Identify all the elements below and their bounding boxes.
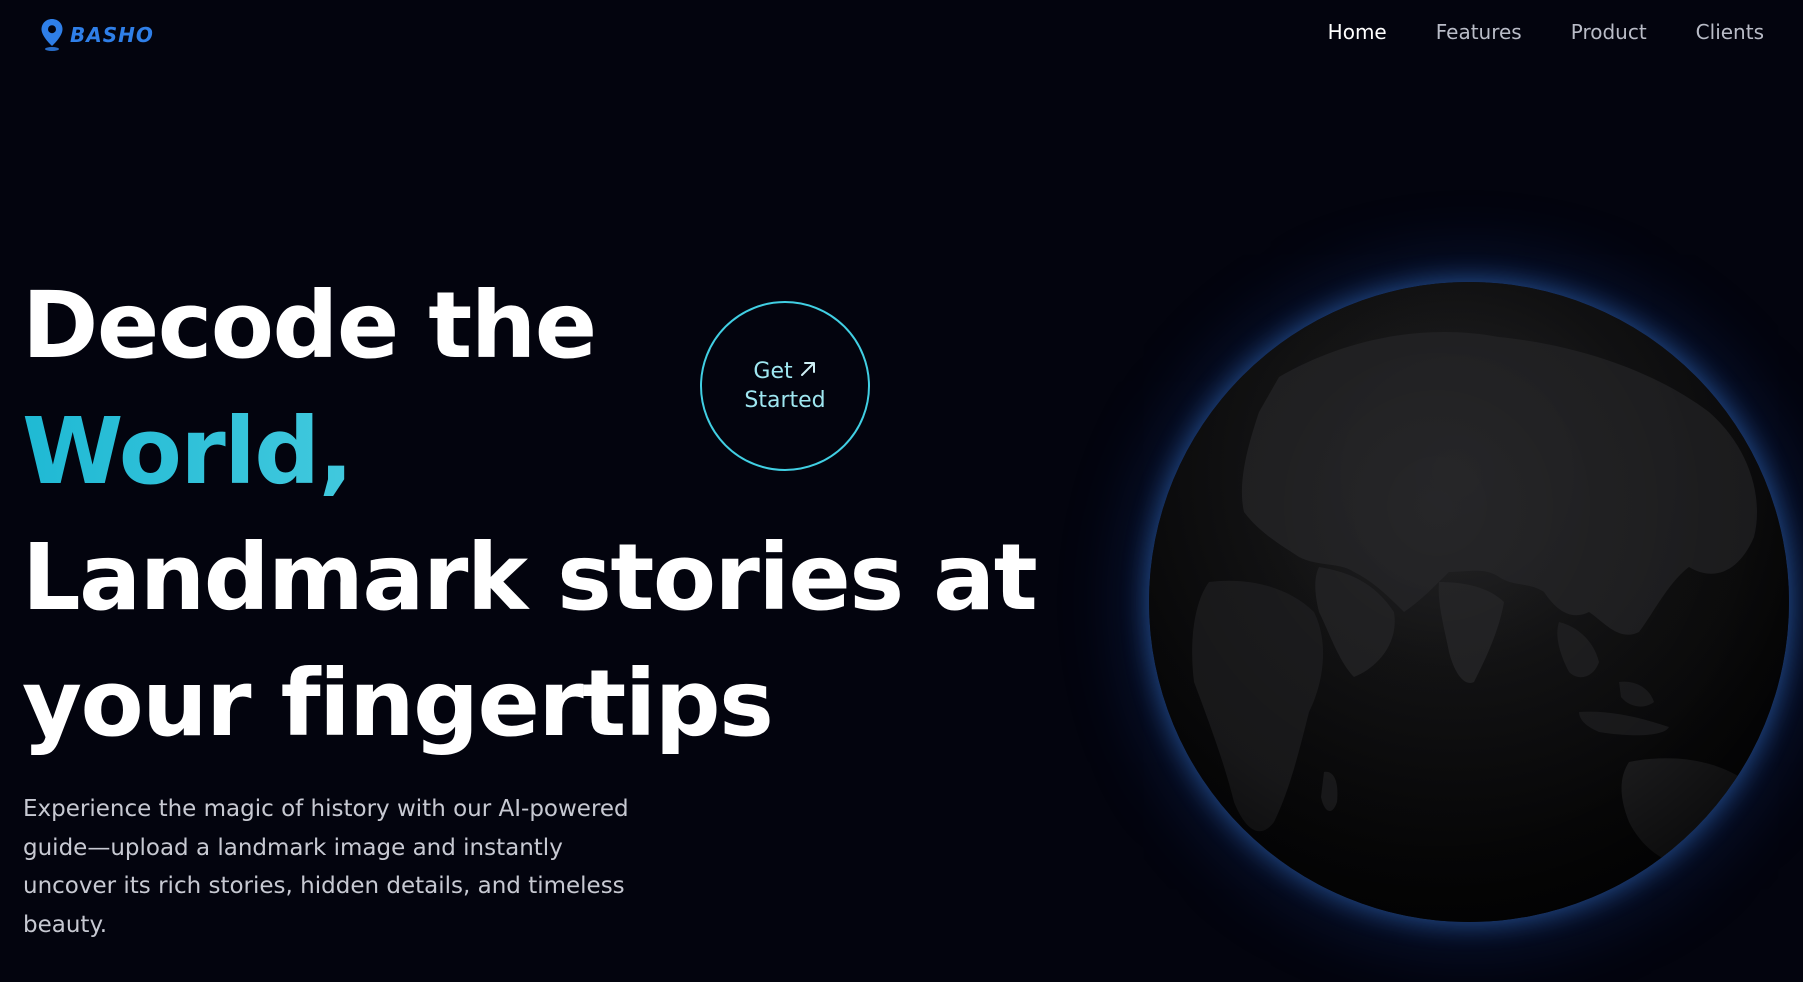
brand-logo[interactable]: BASHO xyxy=(40,18,154,52)
nav-home-link[interactable]: Home xyxy=(1328,20,1387,44)
get-started-button[interactable]: Get Started xyxy=(700,301,870,471)
globe-illustration xyxy=(1099,232,1803,972)
nav-clients-link[interactable]: Clients xyxy=(1696,20,1764,44)
cta-line-1: Get xyxy=(753,357,816,386)
hero-description: Experience the magic of history with our… xyxy=(23,796,629,938)
main-nav: Home Features Product Clients xyxy=(1328,20,1764,44)
landing-page: BASHO Home Features Product Clients Deco… xyxy=(0,0,1803,982)
headline-line-3: Landmark stories at xyxy=(22,524,1038,631)
brand-name: BASHO xyxy=(70,23,154,47)
nav-product-link[interactable]: Product xyxy=(1571,20,1647,44)
headline-line-4: your fingertips xyxy=(22,650,774,757)
cta-label-get: Get xyxy=(753,359,793,384)
headline-line-1: Decode the xyxy=(22,272,597,379)
headline-accent-world: World, xyxy=(22,389,1036,515)
cta-label-started: Started xyxy=(744,388,826,413)
arrow-up-right-icon xyxy=(799,357,817,386)
location-pin-icon xyxy=(40,18,64,52)
earth-globe xyxy=(1149,282,1789,922)
continents-map xyxy=(1149,282,1789,922)
nav-features-link[interactable]: Features xyxy=(1436,20,1522,44)
hero-headline: Decode the World, Landmark stories at yo… xyxy=(22,263,1038,767)
